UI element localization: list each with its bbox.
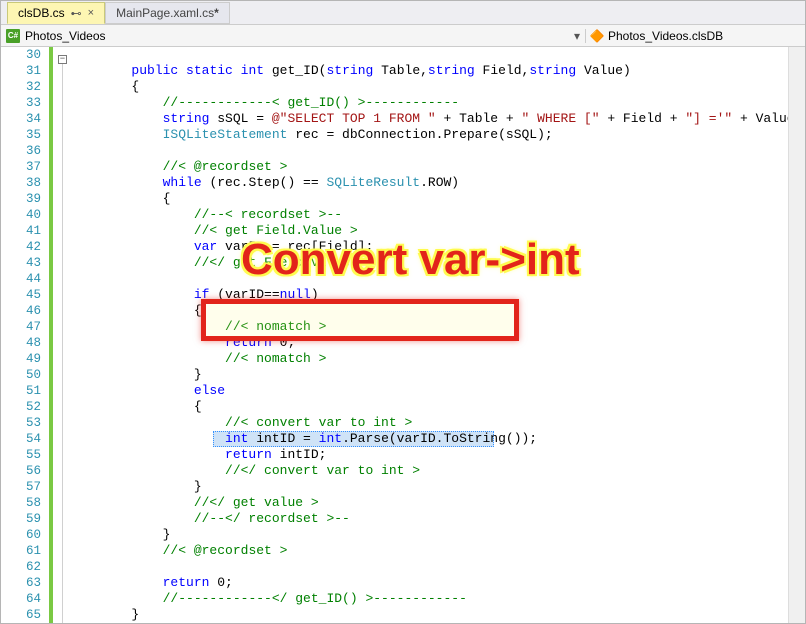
- code-area[interactable]: public static int get_ID(string Table,st…: [69, 47, 788, 623]
- line-number: 33: [1, 95, 41, 111]
- line-number: 41: [1, 223, 41, 239]
- code-line[interactable]: [69, 143, 788, 159]
- code-line[interactable]: //------------< get_ID() >------------: [69, 95, 788, 111]
- line-number: 59: [1, 511, 41, 527]
- line-number: 49: [1, 351, 41, 367]
- code-editor[interactable]: 3031323334353637383940414243444546474849…: [1, 47, 805, 623]
- code-line[interactable]: [69, 271, 788, 287]
- vertical-scrollbar[interactable]: [788, 47, 805, 623]
- class-icon: 🔶: [590, 29, 604, 43]
- line-number: 39: [1, 191, 41, 207]
- line-number: 31: [1, 63, 41, 79]
- code-line[interactable]: //</ convert var to int >: [69, 463, 788, 479]
- line-number: 32: [1, 79, 41, 95]
- line-number: 51: [1, 383, 41, 399]
- line-number: 30: [1, 47, 41, 63]
- line-number: 62: [1, 559, 41, 575]
- code-line[interactable]: [69, 559, 788, 575]
- line-number: 58: [1, 495, 41, 511]
- code-line[interactable]: int intID = int.Parse(varID.ToString());: [69, 431, 788, 447]
- code-line[interactable]: //</ get Field.Value >: [69, 255, 788, 271]
- line-number: 44: [1, 271, 41, 287]
- line-number: 43: [1, 255, 41, 271]
- tab-label: MainPage.xaml.cs*: [116, 6, 219, 20]
- code-line[interactable]: //--</ recordset >--: [69, 511, 788, 527]
- nav-class-text: Photos_Videos.clsDB: [608, 29, 723, 43]
- line-number: 56: [1, 463, 41, 479]
- line-number: 52: [1, 399, 41, 415]
- nav-class-dropdown[interactable]: 🔶 Photos_Videos.clsDB: [585, 29, 805, 43]
- outline-collapse-toggle[interactable]: −: [58, 55, 67, 64]
- code-line[interactable]: var varID = rec[Field];: [69, 239, 788, 255]
- code-line[interactable]: if (varID==null): [69, 287, 788, 303]
- code-line[interactable]: //< nomatch >: [69, 319, 788, 335]
- code-line[interactable]: string sSQL = @"SELECT TOP 1 FROM " + Ta…: [69, 111, 788, 127]
- tab-mainpage[interactable]: MainPage.xaml.cs*: [105, 2, 230, 24]
- nav-namespace-dropdown[interactable]: C# Photos_Videos ▾: [1, 28, 585, 44]
- line-number: 35: [1, 127, 41, 143]
- line-number: 38: [1, 175, 41, 191]
- chevron-down-icon[interactable]: ▾: [569, 29, 585, 43]
- code-line[interactable]: }: [69, 527, 788, 543]
- line-number-gutter: 3031323334353637383940414243444546474849…: [1, 47, 49, 623]
- line-number: 55: [1, 447, 41, 463]
- line-number: 60: [1, 527, 41, 543]
- code-line[interactable]: return 0;: [69, 335, 788, 351]
- code-line[interactable]: //< nomatch >: [69, 351, 788, 367]
- line-number: 46: [1, 303, 41, 319]
- code-line[interactable]: //--< recordset >--: [69, 207, 788, 223]
- code-line[interactable]: return 0;: [69, 575, 788, 591]
- line-number: 34: [1, 111, 41, 127]
- tab-label: clsDB.cs: [18, 6, 65, 20]
- code-line[interactable]: while (rec.Step() == SQLiteResult.ROW): [69, 175, 788, 191]
- code-line[interactable]: }: [69, 479, 788, 495]
- code-line[interactable]: [69, 47, 788, 63]
- line-number: 57: [1, 479, 41, 495]
- line-number: 65: [1, 607, 41, 623]
- line-number: 42: [1, 239, 41, 255]
- line-number: 48: [1, 335, 41, 351]
- code-line[interactable]: }: [69, 607, 788, 623]
- tab-strip: clsDB.cs ⊷ × MainPage.xaml.cs*: [1, 1, 805, 25]
- editor-window: clsDB.cs ⊷ × MainPage.xaml.cs* C# Photos…: [0, 0, 806, 624]
- nav-bar: C# Photos_Videos ▾ 🔶 Photos_Videos.clsDB: [1, 25, 805, 47]
- code-line[interactable]: ISQLiteStatement rec = dbConnection.Prep…: [69, 127, 788, 143]
- code-line[interactable]: {: [69, 303, 788, 319]
- line-number: 36: [1, 143, 41, 159]
- pin-icon[interactable]: ⊷: [71, 7, 82, 20]
- code-line[interactable]: {: [69, 191, 788, 207]
- line-number: 40: [1, 207, 41, 223]
- outline-margin: −: [49, 47, 69, 623]
- nav-namespace-text: Photos_Videos: [25, 29, 106, 43]
- close-icon[interactable]: ×: [88, 7, 94, 19]
- line-number: 63: [1, 575, 41, 591]
- code-line[interactable]: //< convert var to int >: [69, 415, 788, 431]
- code-line[interactable]: //< @recordset >: [69, 543, 788, 559]
- line-number: 45: [1, 287, 41, 303]
- code-line[interactable]: //------------</ get_ID() >------------: [69, 591, 788, 607]
- code-line[interactable]: //</ get value >: [69, 495, 788, 511]
- line-number: 50: [1, 367, 41, 383]
- code-line[interactable]: {: [69, 399, 788, 415]
- tab-clsdb[interactable]: clsDB.cs ⊷ ×: [7, 2, 105, 24]
- line-number: 53: [1, 415, 41, 431]
- line-number: 47: [1, 319, 41, 335]
- code-line[interactable]: return intID;: [69, 447, 788, 463]
- line-number: 54: [1, 431, 41, 447]
- code-line[interactable]: //< get Field.Value >: [69, 223, 788, 239]
- line-number: 64: [1, 591, 41, 607]
- code-line[interactable]: //< @recordset >: [69, 159, 788, 175]
- code-line[interactable]: }: [69, 367, 788, 383]
- code-line[interactable]: public static int get_ID(string Table,st…: [69, 63, 788, 79]
- change-marker: [49, 47, 53, 623]
- line-number: 37: [1, 159, 41, 175]
- csharp-file-icon: C#: [5, 28, 21, 44]
- outline-guide: [62, 64, 63, 623]
- line-number: 61: [1, 543, 41, 559]
- code-line[interactable]: {: [69, 79, 788, 95]
- code-line[interactable]: else: [69, 383, 788, 399]
